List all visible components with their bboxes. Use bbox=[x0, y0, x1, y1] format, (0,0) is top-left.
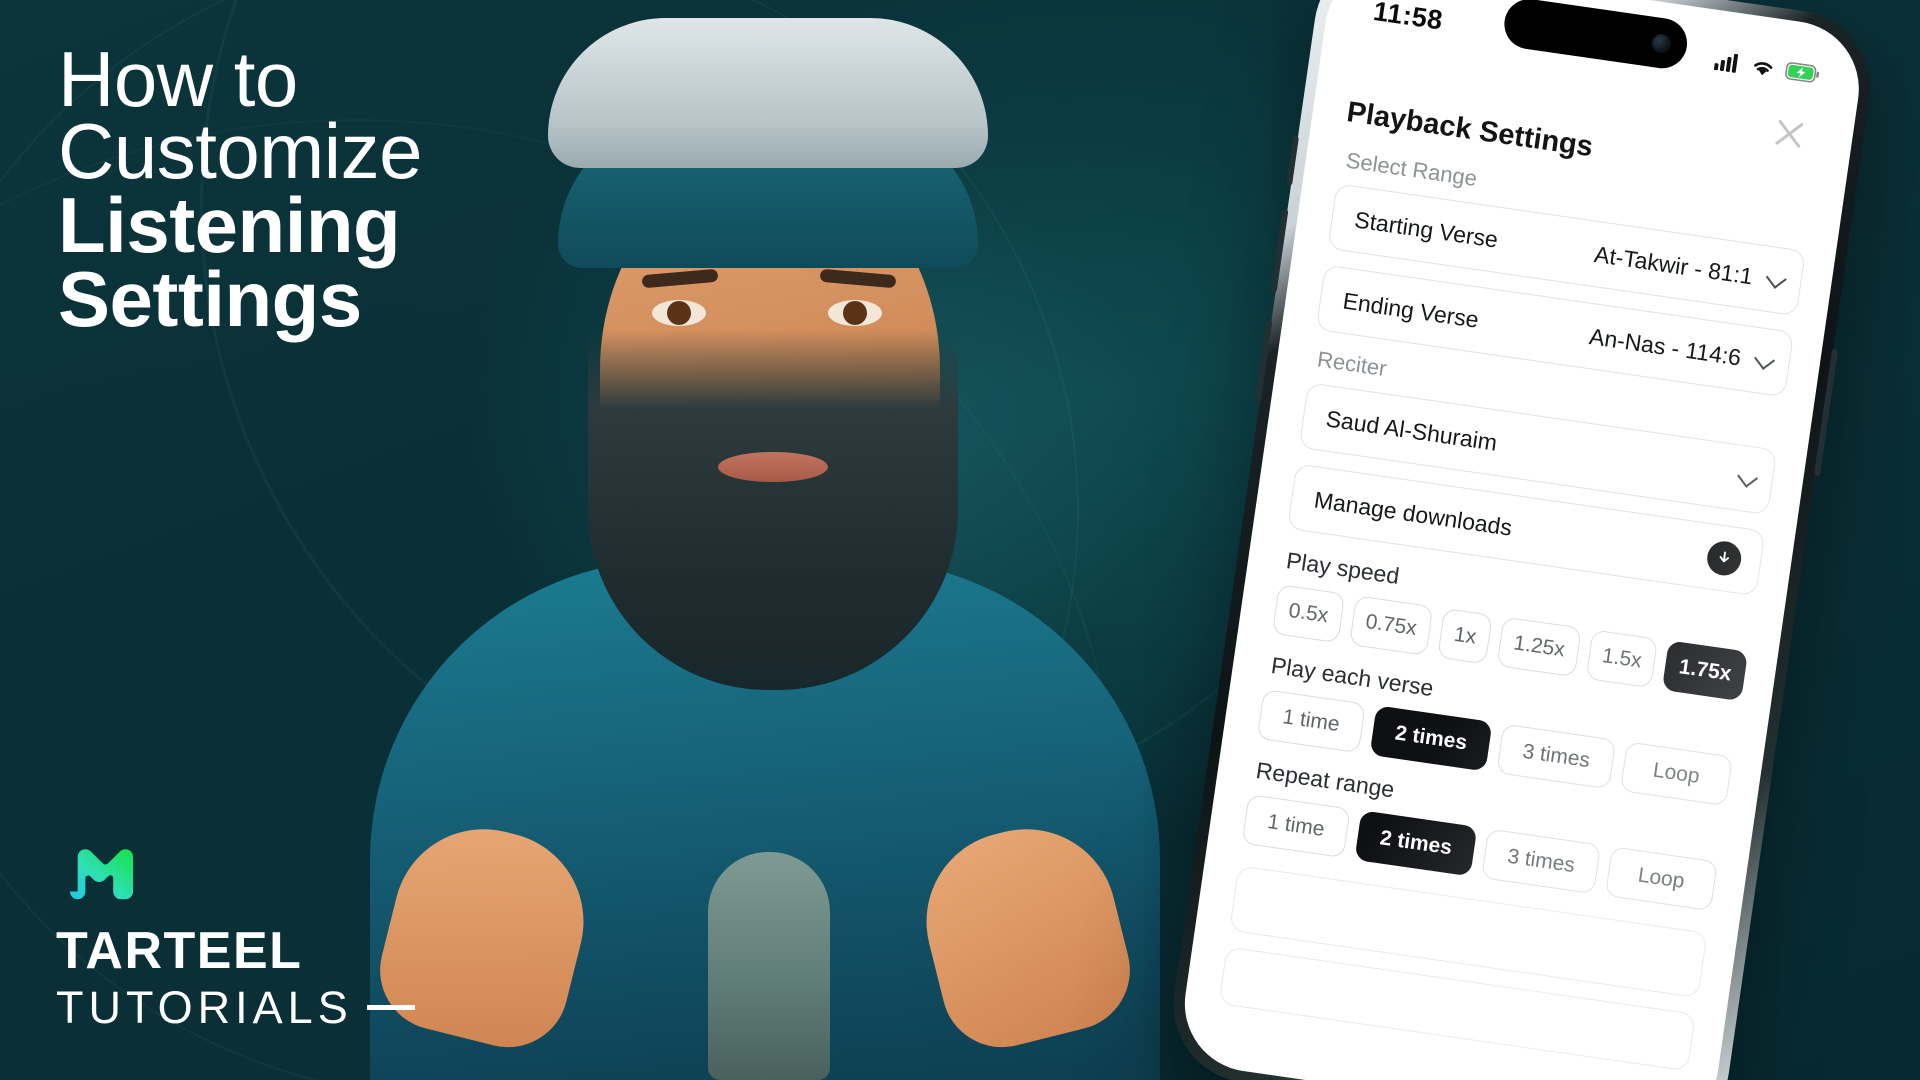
dynamic-island bbox=[1501, 0, 1691, 72]
cellular-signal-icon bbox=[1713, 53, 1739, 73]
play-each-verse-option-3[interactable]: Loop bbox=[1619, 741, 1734, 807]
play-each-verse-option-1[interactable]: 2 times bbox=[1369, 705, 1493, 772]
brand-subtitle-row: TUTORIALS bbox=[56, 985, 415, 1030]
download-circle-icon bbox=[1704, 539, 1744, 578]
repeat-range-option-3[interactable]: Loop bbox=[1604, 846, 1718, 912]
presenter-iris-right bbox=[843, 301, 867, 325]
starting-verse-value-group: At-Takwir - 81:1 bbox=[1592, 240, 1787, 294]
play-speed-option-0[interactable]: 0.5x bbox=[1271, 584, 1346, 644]
microphone bbox=[708, 852, 830, 1080]
brand-subtitle: TUTORIALS bbox=[56, 982, 353, 1033]
title-line-3: Listening bbox=[58, 180, 401, 269]
play-each-verse-option-2[interactable]: 3 times bbox=[1496, 723, 1616, 790]
page-title: How to Customize Listening Settings bbox=[58, 35, 678, 344]
play-speed-option-2[interactable]: 1x bbox=[1437, 607, 1494, 665]
play-speed-option-3[interactable]: 1.25x bbox=[1496, 616, 1582, 678]
ending-verse-label: Ending Verse bbox=[1341, 287, 1481, 333]
tarteel-m-logo-icon bbox=[70, 849, 134, 900]
repeat-range-option-2[interactable]: 3 times bbox=[1481, 828, 1601, 895]
ending-verse-value-group: An-Nas - 114:6 bbox=[1587, 322, 1776, 376]
presenter-lips bbox=[718, 452, 828, 482]
chevron-down-icon bbox=[1737, 466, 1759, 488]
play-speed-option-1[interactable]: 0.75x bbox=[1348, 595, 1434, 656]
brand-logo: TARTEEL TUTORIALS bbox=[56, 834, 415, 1030]
chevron-down-icon bbox=[1765, 267, 1787, 289]
wifi-icon bbox=[1754, 61, 1773, 75]
chevron-down-icon bbox=[1754, 348, 1776, 370]
brand-dash bbox=[366, 1005, 415, 1010]
play-speed-option-5[interactable]: 1.75x bbox=[1662, 640, 1749, 702]
starting-verse-value: At-Takwir - 81:1 bbox=[1592, 240, 1755, 289]
repeat-range-option-0[interactable]: 1 time bbox=[1241, 793, 1351, 859]
play-each-verse-option-0[interactable]: 1 time bbox=[1256, 689, 1366, 754]
brand-name: TARTEEL bbox=[56, 922, 303, 980]
battery-charging-icon bbox=[1785, 62, 1820, 83]
ending-verse-value: An-Nas - 114:6 bbox=[1587, 322, 1743, 371]
close-icon[interactable] bbox=[1766, 111, 1814, 159]
front-camera-icon bbox=[1650, 32, 1673, 54]
title-line-1: How to bbox=[58, 35, 298, 123]
repeat-range-option-1[interactable]: 2 times bbox=[1354, 810, 1478, 877]
title-line-4: Settings bbox=[58, 255, 362, 344]
starting-verse-label: Starting Verse bbox=[1353, 205, 1500, 253]
presenter-beard bbox=[588, 330, 958, 690]
reciter-value: Saud Al-Shuraim bbox=[1324, 404, 1499, 456]
play-speed-option-4[interactable]: 1.5x bbox=[1585, 629, 1659, 689]
title-line-2: Customize bbox=[58, 106, 422, 195]
status-bar-indicators bbox=[1713, 51, 1821, 85]
status-bar-time: 11:58 bbox=[1371, 0, 1445, 36]
manage-downloads-label: Manage downloads bbox=[1312, 485, 1514, 541]
